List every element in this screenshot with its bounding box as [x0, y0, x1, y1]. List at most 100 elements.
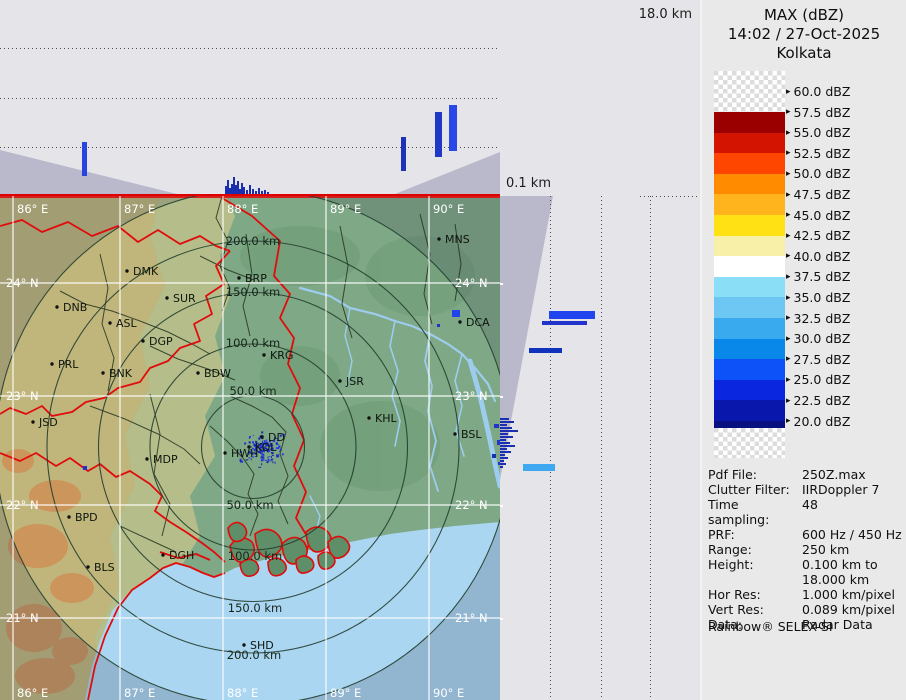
info-label: Range: [708, 542, 802, 557]
longitude-label: 90° E [433, 202, 464, 216]
city-dot [50, 362, 53, 365]
echo-blob [492, 454, 496, 458]
city-label: DGH [169, 549, 194, 562]
range-ring-label: 150.0 km [228, 601, 282, 615]
dbz-band [714, 174, 785, 195]
city-label: ASL [116, 317, 138, 330]
info-label: Height: [708, 557, 802, 587]
latitude-tick [500, 396, 503, 398]
echo-blob [497, 440, 500, 445]
max-height-label: 18.0 km [639, 7, 692, 22]
echo-blob [452, 310, 460, 317]
info-value: 250 km [802, 542, 849, 557]
latitude-label: 24° N [6, 276, 39, 290]
echo-spike [500, 466, 503, 468]
product-info-table: Pdf File:250Z.maxClutter Filter:IIRDoppl… [708, 467, 904, 632]
echo-bar [435, 112, 442, 157]
longitude-label: 89° E [330, 686, 361, 700]
echo-spike [500, 445, 515, 447]
scale-label-text: 27.5 dBZ [794, 352, 851, 367]
city-dot [223, 451, 226, 454]
city-dot [237, 276, 240, 279]
city-label: BLS [94, 561, 115, 574]
top-height-projection-panel[interactable] [0, 0, 500, 196]
dbz-band [714, 277, 785, 298]
echo-spike [500, 457, 508, 459]
city-dot [262, 353, 265, 356]
dbz-band [714, 256, 785, 277]
echo-speckle [240, 460, 242, 462]
height-gridline [601, 196, 602, 700]
info-value: 1.000 km/pixel [802, 587, 895, 602]
scale-arrow-icon: ▸ [786, 169, 791, 179]
echo-speckle [271, 459, 273, 461]
scale-label-text: 35.0 dBZ [794, 290, 851, 305]
latitude-label: 22° N [6, 498, 39, 512]
echo-bar [82, 142, 87, 176]
city-dot [86, 565, 89, 568]
dbz-scale-label: ▸30.0 dBZ [786, 331, 850, 347]
range-ring-label: 150.0 km [226, 285, 280, 299]
echo-spike [500, 424, 507, 426]
radar-map[interactable]: 86° E86° E87° E87° E88° E88° E89° E89° E… [0, 196, 500, 700]
city-label: SHD [250, 639, 274, 652]
city-dot [165, 296, 168, 299]
longitude-label: 87° E [124, 202, 155, 216]
echo-speckle [253, 435, 254, 436]
city-dot [125, 269, 128, 272]
longitude-label: 88° E [227, 202, 258, 216]
info-row: Pdf File:250Z.max [708, 467, 904, 482]
info-value: 600 Hz / 450 Hz [802, 527, 902, 542]
city-dot [338, 379, 341, 382]
echo-spike [500, 448, 507, 450]
dbz-band [714, 400, 785, 421]
dbz-scale-label: ▸20.0 dBZ [786, 413, 850, 429]
echo-speckle [252, 441, 254, 443]
info-value: 0.100 km to 18.000 km [802, 557, 878, 587]
info-label: Hor Res: [708, 587, 802, 602]
scale-arrow-icon: ▸ [786, 87, 791, 97]
city-label: BDW [204, 367, 231, 380]
dbz-scale-label: ▸60.0 dBZ [786, 84, 850, 100]
echo-spike [500, 418, 509, 420]
echo-speckle [268, 459, 270, 462]
dbz-scale-label: ▸47.5 dBZ [786, 187, 850, 203]
latitude-tick [500, 505, 503, 507]
info-row: PRF:600 Hz / 450 Hz [708, 527, 904, 542]
dbz-band [714, 194, 785, 215]
echo-spike [500, 433, 508, 435]
range-ring-label: 100.0 km [228, 549, 282, 563]
coverage-wedge-right [500, 196, 700, 700]
info-row: Range:250 km [708, 542, 904, 557]
city-label: BSL [461, 428, 482, 441]
dbz-scale-label: ▸45.0 dBZ [786, 207, 850, 223]
info-row: Height:0.100 km to 18.000 km [708, 557, 904, 587]
legend-panel: MAX (dBZ) 14:02 / 27-Oct-2025 Kolkata ▸6… [700, 0, 906, 700]
city-dot [437, 237, 440, 240]
echo-speckle [265, 460, 267, 461]
echo-spike [243, 187, 245, 194]
range-ring-label: 50.0 km [229, 384, 276, 398]
longitude-label: 87° E [124, 686, 155, 700]
dbz-scale-label: ▸40.0 dBZ [786, 248, 850, 264]
echo-speckle [249, 441, 251, 443]
echo-speckle [262, 457, 264, 459]
echo-speckle [244, 443, 246, 445]
echo-speckle [279, 451, 280, 452]
info-value: 48 [802, 497, 818, 527]
info-value: 0.089 km/pixel [802, 602, 895, 617]
scale-label-text: 55.0 dBZ [794, 125, 851, 140]
echo-speckle [280, 449, 282, 451]
right-panel-top-gridline [640, 196, 700, 197]
scale-label-text: 52.5 dBZ [794, 146, 851, 161]
dbz-band [714, 112, 785, 133]
city-dot [67, 515, 70, 518]
right-height-projection-panel[interactable] [500, 196, 700, 700]
scale-arrow-icon: ▸ [786, 354, 791, 364]
info-label: Vert Res: [708, 602, 802, 617]
dbz-band [714, 359, 785, 380]
echo-speckle [275, 462, 276, 464]
city-label: DMK [133, 265, 159, 278]
scale-arrow-icon: ▸ [786, 190, 791, 200]
latitude-label: 21° N [455, 611, 488, 625]
